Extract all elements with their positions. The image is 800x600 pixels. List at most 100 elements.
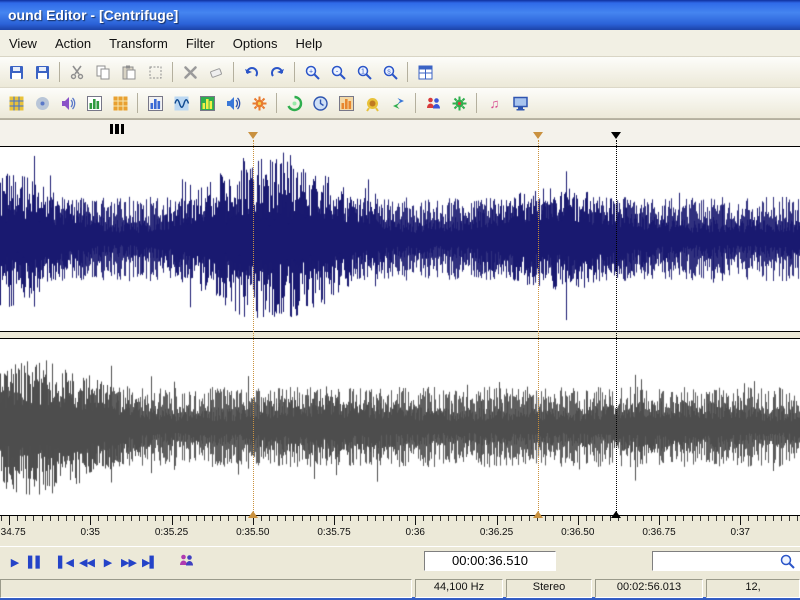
cd-drive-icon[interactable] [30,91,54,115]
trim-button[interactable] [143,60,167,84]
pause-button[interactable]: ▌▌ [26,551,45,573]
ruler-tick [594,516,595,521]
main-toolbar: + -1s [0,57,800,88]
ruler-tick [757,516,758,521]
rewind-button[interactable]: ◀◀ [77,551,96,573]
erase-button[interactable] [204,60,228,84]
ruler-tick [188,516,189,521]
file-info-button[interactable] [413,60,437,84]
ruler-tick [17,516,18,521]
skip-end-button[interactable]: ▶▌ [140,551,159,573]
menu-transform[interactable]: Transform [100,32,177,55]
ruler-tick [155,516,156,521]
ruler-tick [610,516,611,521]
ruler-tick [732,516,733,521]
ruler-label: 0:35.25 [155,527,188,538]
record-control-button[interactable] [174,550,198,574]
effects-icon[interactable] [282,91,306,115]
ruler-tick [228,516,229,521]
undo-button[interactable] [239,60,263,84]
toolbar-separator [137,93,138,113]
zoom-selection-button[interactable]: s [378,60,402,84]
spectrum-icon[interactable] [108,91,132,115]
ruler-tick [98,516,99,521]
toolbar-separator [407,62,408,82]
left-channel-waveform[interactable] [0,146,800,332]
ruler-tick [683,516,684,521]
ruler-tick [659,516,660,525]
equalizer-icon[interactable] [195,91,219,115]
frequency-analysis-icon[interactable] [82,91,106,115]
waveform-view-icon[interactable] [169,91,193,115]
ruler-tick [724,516,725,521]
ruler-tick [131,516,132,521]
ruler-tick [334,516,335,525]
audio-device-icon[interactable] [56,91,80,115]
time-display-icon[interactable] [308,91,332,115]
ruler-tick [342,516,343,521]
delete-button[interactable] [178,60,202,84]
copy-button[interactable] [91,60,115,84]
skip-start-button[interactable]: ▌◀ [56,551,75,573]
ruler-tick [123,516,124,521]
toolbar-separator [476,93,477,113]
zoom-out-button[interactable]: - [326,60,350,84]
ruler-tick [643,516,644,521]
ruler-tick [513,516,514,521]
cut-button[interactable] [65,60,89,84]
ruler-tick [667,516,668,521]
ruler-tick [692,516,693,521]
ruler-label: 0:35.50 [236,527,269,538]
record-mixer-icon[interactable] [4,91,28,115]
ruler-tick [172,516,173,525]
ruler-tick [220,516,221,521]
menu-view[interactable]: View [0,32,46,55]
ruler-tick [537,516,538,521]
menu-filter[interactable]: Filter [177,32,224,55]
ruler-tick [407,516,408,521]
zoom-full-button[interactable]: 1 [352,60,376,84]
settings-icon[interactable] [447,91,471,115]
file-size: 12, [706,579,800,598]
chart-icon[interactable] [334,91,358,115]
menu-action[interactable]: Action [46,32,100,55]
selection-zoom-icon[interactable] [779,553,796,570]
ruler-tick [627,516,628,521]
ruler-tick [675,516,676,521]
menu-bar: ViewActionTransformFilterOptionsHelp [0,30,800,57]
paste-button[interactable] [117,60,141,84]
users-icon[interactable] [421,91,445,115]
menu-help[interactable]: Help [287,32,332,55]
ruler-tick [716,516,717,521]
channel-mixer-icon[interactable] [247,91,271,115]
marker-strip[interactable] [0,119,800,146]
ruler-tick [204,516,205,521]
award-icon[interactable] [360,91,384,115]
ruler-tick [358,516,359,521]
transfer-icon[interactable] [386,91,410,115]
music-notes-icon[interactable]: ♫ [482,91,506,115]
menu-options[interactable]: Options [224,32,287,55]
title-bar[interactable]: ound Editor - [Centrifuge] [0,0,800,30]
play-button[interactable]: ▶ [5,551,24,573]
ruler-tick [521,516,522,521]
volume-icon[interactable] [221,91,245,115]
redo-button[interactable] [265,60,289,84]
right-channel-waveform[interactable] [0,338,800,516]
save-as-button[interactable] [30,60,54,84]
ruler-tick [480,516,481,521]
ruler-tick [700,516,701,521]
svg-text:+: + [308,68,312,75]
statistics-icon[interactable] [143,91,167,115]
save-button[interactable] [4,60,28,84]
timeline-ruler[interactable]: 0:34.750:350:35.250:35.500:35.750:360:36… [0,516,800,546]
ruler-tick [74,516,75,521]
ruler-tick [375,516,376,521]
forward-button[interactable]: ▶ [98,551,117,573]
zoom-in-button[interactable]: + [300,60,324,84]
ruler-tick [765,516,766,521]
display-icon[interactable] [508,91,532,115]
position-display: 00:00:36.510 [424,551,556,571]
fast-forward-button[interactable]: ▶▶ [119,551,138,573]
tools-toolbar: ♫ [0,88,800,119]
